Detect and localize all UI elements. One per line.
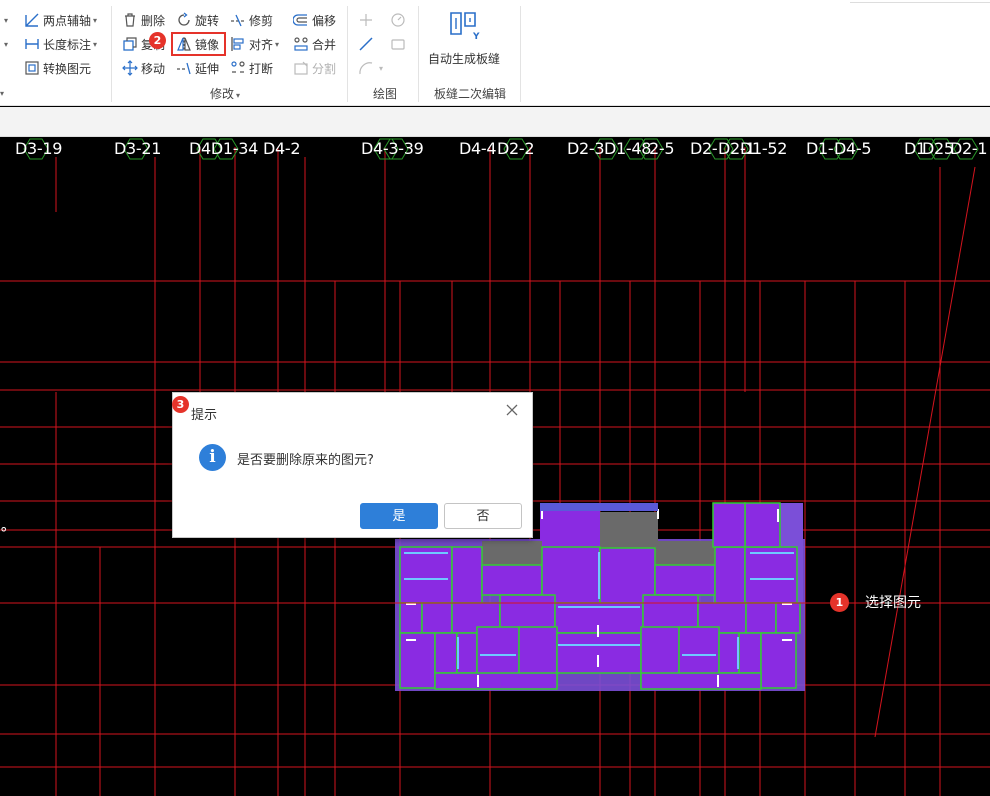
draw-arc-button[interactable]: ▾ (358, 58, 383, 78)
draw-circle-button[interactable] (390, 10, 409, 30)
rectangle-icon (390, 36, 406, 52)
axis-label: D1-48 (604, 139, 652, 158)
axis-label: D2-2 (497, 139, 535, 158)
split-button[interactable]: 分割 (293, 58, 336, 78)
rotate-icon (176, 12, 192, 28)
group1-dropdown-fragment[interactable]: ▾ (0, 85, 4, 99)
offset-icon (293, 12, 309, 28)
two-point-axis-label: 两点辅轴 (43, 13, 92, 28)
confirm-dialog: 3 提示 i 是否要删除原来的图元? 是 否 (172, 392, 533, 538)
modify-group-label[interactable]: 修改 ▾ (210, 85, 240, 102)
axis-label: D2- (690, 139, 718, 158)
axis-label: D25 (922, 139, 954, 158)
ribbon-toolbar: ▾ ▾ 两点辅轴 ▾ 长度标注 ▾ 转换图元 ▾ 删除 旋转 修剪 偏移 镜像 … (0, 0, 990, 106)
trim-button[interactable]: 修剪 (230, 10, 273, 30)
split-icon (293, 60, 309, 76)
break-label: 打断 (249, 61, 274, 76)
axis-label: D3-21 (114, 139, 162, 158)
copy-icon (122, 36, 138, 52)
rotate-button[interactable]: 旋转 (176, 10, 219, 30)
move-button[interactable]: 移动 (122, 58, 165, 78)
break-icon (230, 60, 246, 76)
break-button[interactable]: 打断 (230, 58, 273, 78)
dimension-button[interactable]: 长度标注 ▾ (24, 34, 97, 54)
slab-seam-icon: Y (447, 10, 481, 42)
extend-icon (176, 60, 192, 76)
svg-text:Y: Y (472, 32, 480, 40)
dialog-message: 是否要删除原来的图元? (237, 453, 374, 468)
select-element-hint: 选择图元 (865, 595, 921, 611)
axis-label: D2-1 (950, 139, 988, 158)
dimension-icon (24, 36, 40, 52)
trash-icon (122, 12, 138, 28)
draw-point-button[interactable] (358, 10, 377, 30)
axis-label: 2-5 (649, 139, 675, 158)
align-icon (230, 36, 246, 52)
ribbon-top-edge (850, 0, 990, 3)
axis-label: D4-3-39 (361, 139, 424, 158)
move-label: 移动 (141, 61, 166, 76)
ribbon-separator (347, 6, 348, 102)
step-3-badge: 3 (172, 396, 189, 413)
layer-dropdown-fragment[interactable]: ▾ (0, 10, 8, 30)
ribbon-separator (111, 6, 112, 102)
axis-label: D4-2 (263, 139, 301, 158)
axis-label: D4-5 (834, 139, 872, 158)
trim-label: 修剪 (249, 13, 274, 28)
two-point-axis-button[interactable]: 两点辅轴 ▾ (24, 10, 97, 30)
convert-element-icon (24, 60, 40, 76)
rotate-label: 旋转 (195, 13, 220, 28)
draw-group-label: 绘图 (373, 87, 398, 101)
two-point-axis-icon (24, 12, 40, 28)
merge-button[interactable]: 合并 (293, 34, 336, 54)
circle-icon (390, 12, 406, 28)
axis-label: D3-19 (15, 139, 63, 158)
extend-label: 延伸 (195, 61, 220, 76)
dialog-title: 提示 (191, 408, 218, 423)
merge-icon (293, 36, 309, 52)
crosshair-icon (358, 12, 374, 28)
select-element-callout: 1 选择图元 (830, 592, 921, 612)
step-1-badge: 1 (830, 592, 849, 612)
convert-element-button[interactable]: 转换图元 (24, 58, 91, 78)
draw-rect-button[interactable] (390, 34, 409, 54)
align-button[interactable]: 对齐 ▾ (230, 34, 279, 54)
mirror-highlight-box (171, 32, 226, 56)
yes-button[interactable]: 是 (360, 503, 438, 529)
auto-generate-seam-label: 自动生成板缝 (428, 52, 501, 66)
ribbon-separator (418, 6, 419, 102)
no-button[interactable]: 否 (444, 503, 522, 529)
offset-label: 偏移 (312, 13, 337, 28)
ribbon-separator (520, 6, 521, 102)
dimension-label: 长度标注 (43, 37, 92, 52)
move-icon (122, 60, 138, 76)
command-strip (0, 107, 990, 137)
offset-button[interactable]: 偏移 (293, 10, 336, 30)
degree-mark: ° (0, 524, 8, 542)
step-2-badge: 2 (149, 32, 166, 49)
convert-element-label: 转换图元 (43, 61, 92, 76)
modify-group-text: 修改 (210, 87, 235, 101)
axis-label: D4-4 (459, 139, 497, 158)
close-icon[interactable] (504, 402, 520, 418)
axis-label: D1-52 (740, 139, 788, 158)
arc-icon (358, 60, 374, 76)
delete-label: 删除 (141, 13, 166, 28)
line-icon (358, 36, 374, 52)
slab-seam-group-label: 板缝二次编辑 (434, 87, 507, 101)
merge-label: 合并 (312, 37, 337, 52)
axis-label: D4D1-34 (189, 139, 259, 158)
axis-label: D2-3 (567, 139, 605, 158)
axis-label: D1- (806, 139, 834, 158)
split-label: 分割 (312, 61, 337, 76)
dropdown-fragment-2[interactable]: ▾ (0, 34, 8, 54)
align-label: 对齐 (249, 37, 274, 52)
extend-button[interactable]: 延伸 (176, 58, 219, 78)
draw-line-button[interactable] (358, 34, 377, 54)
trim-icon (230, 12, 246, 28)
auto-generate-seam-button[interactable]: Y 自动生成板缝 (428, 10, 500, 70)
info-icon: i (199, 444, 226, 471)
delete-button[interactable]: 删除 (122, 10, 165, 30)
